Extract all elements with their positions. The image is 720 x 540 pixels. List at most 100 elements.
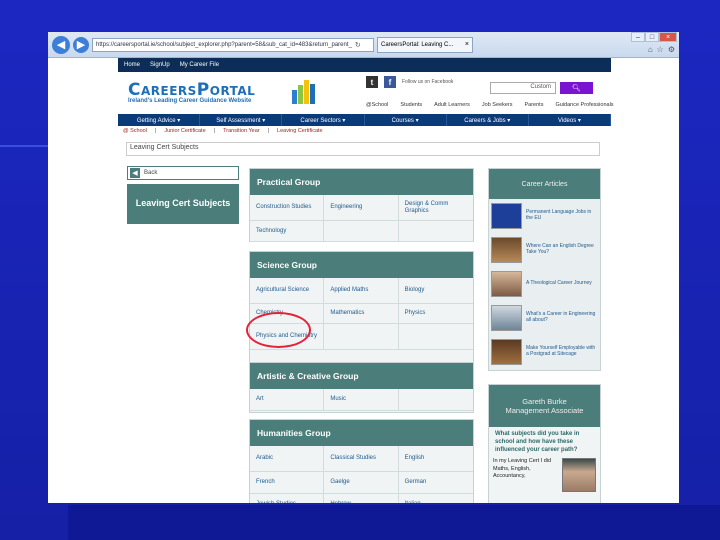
nav-careers-jobs[interactable]: Careers & Jobs ▾ (447, 114, 529, 126)
subject-link[interactable]: Physics (398, 304, 473, 324)
audience-school[interactable]: @School (366, 102, 388, 108)
subnav-leaving[interactable]: Leaving Certificate (277, 128, 323, 134)
facebook-icon[interactable]: f (384, 76, 396, 88)
subnav-divider: | (213, 128, 216, 134)
audience-links: @School Students Adult Learners Job Seek… (366, 102, 614, 108)
top-link-home[interactable]: Home (124, 62, 140, 68)
browser-tab[interactable]: CareersPortal: Leaving C... × (377, 36, 473, 53)
sub-nav: @ School | Junior Certificate | Transiti… (123, 128, 323, 134)
logo-bars-icon (292, 80, 315, 104)
subject-link[interactable]: Design & Comm Graphics (398, 195, 473, 221)
subject-link[interactable]: Biology (398, 278, 473, 304)
audience-job-seekers[interactable]: Job Seekers (482, 102, 513, 108)
back-button[interactable]: ◀ Back (127, 166, 239, 180)
subject-link[interactable]: Music (324, 389, 399, 411)
subnav-junior[interactable]: Junior Certificate (164, 128, 205, 134)
profile-name: Gareth Burke (522, 397, 567, 406)
artistic-group: Artistic & Creative Group Art Music (249, 362, 474, 413)
browser-tool-icons: ⌂ ☆ ⚙ (648, 45, 675, 54)
top-link-signup[interactable]: SignUp (150, 62, 170, 68)
nav-courses[interactable]: Courses ▾ (365, 114, 447, 126)
article-item[interactable]: A Theological Career Journey (489, 267, 600, 301)
articles-title: Career Articles (489, 169, 600, 199)
subject-link[interactable]: German (398, 472, 473, 494)
article-item[interactable]: Permanent Language Jobs in the EU (489, 199, 600, 233)
profile-question: What subjects did you take in school and… (495, 431, 580, 453)
search-input[interactable]: Custom (490, 82, 556, 94)
group-title: Science Group (250, 252, 473, 278)
subject-cell-empty (398, 221, 473, 242)
subnav-school[interactable]: @ School (123, 128, 147, 134)
subject-link[interactable]: Engineering (324, 195, 399, 221)
site-logo[interactable]: CareersPortal Ireland's Leading Career G… (128, 80, 320, 110)
subject-link[interactable]: Agricultural Science (250, 278, 325, 304)
audience-students[interactable]: Students (400, 102, 422, 108)
subject-link[interactable]: French (250, 472, 325, 494)
subject-link[interactable]: Gaelge (324, 472, 399, 494)
profile-role: Management Associate (505, 406, 584, 415)
maximize-icon[interactable]: □ (645, 32, 659, 42)
subject-link[interactable]: Construction Studies (250, 195, 325, 221)
library-thumbnail (491, 339, 522, 365)
subject-cell-empty (324, 324, 399, 350)
humanities-group: Humanities Group Arabic Classical Studie… (249, 419, 474, 503)
article-title: A Theological Career Journey (526, 280, 592, 287)
nav-videos[interactable]: Videos ▾ (529, 114, 612, 126)
article-item[interactable]: Where Can an English Degree Take You? (489, 233, 600, 267)
career-articles-panel: Career Articles Permanent Language Jobs … (488, 168, 601, 371)
settings-gear-icon[interactable]: ⚙ (668, 45, 675, 54)
back-label: Back (144, 170, 158, 176)
subject-link[interactable]: English (398, 446, 473, 472)
search-button[interactable]: 🔍︎ (560, 82, 593, 94)
article-title: Permanent Language Jobs in the EU (526, 209, 592, 221)
tab-close-icon[interactable]: × (465, 41, 469, 48)
audience-guidance[interactable]: Guidance Professionals (555, 102, 613, 108)
address-bar[interactable]: https://careersportal.ie/school/subject_… (92, 37, 374, 52)
eu-flag-thumbnail (491, 203, 522, 229)
subject-cell-empty (398, 324, 473, 350)
audience-adult-learners[interactable]: Adult Learners (434, 102, 470, 108)
favorites-icon[interactable]: ☆ (657, 45, 664, 54)
nav-career-sectors[interactable]: Career Sectors ▾ (282, 114, 365, 126)
nav-self-assessment[interactable]: Self Assessment ▾ (200, 114, 283, 126)
chemistry-highlight-circle (246, 312, 311, 348)
subnav-transition[interactable]: Transition Year (223, 128, 260, 134)
subject-cell-empty (398, 389, 473, 411)
top-link-career-file[interactable]: My Career File (180, 62, 219, 68)
article-item[interactable]: Make Yourself Employable with a Postgrad… (489, 335, 600, 369)
subject-link[interactable]: Technology (250, 221, 325, 242)
subject-link[interactable]: Mathematics (324, 304, 399, 324)
top-links-bar: Home SignUp My Career File (118, 58, 611, 72)
browser-window: ◀ ▶ https://careersportal.ie/school/subj… (48, 32, 679, 503)
books-thumbnail (491, 237, 522, 263)
subject-link[interactable]: Applied Maths (324, 278, 399, 304)
subnav-divider: | (267, 128, 270, 134)
tab-title: CareersPortal: Leaving C... (381, 41, 454, 48)
group-title: Humanities Group (250, 420, 473, 446)
refresh-icon[interactable]: ↻ (355, 41, 361, 49)
article-title: Make Yourself Employable with a Postgrad… (526, 345, 596, 357)
subject-link[interactable]: Italian (399, 494, 473, 503)
subject-link[interactable]: Hebrew (324, 494, 399, 503)
close-window-icon[interactable]: × (659, 32, 677, 42)
forward-nav-icon[interactable]: ▶ (73, 36, 89, 53)
profile-answer-row: In my Leaving Cert I did Maths, English,… (489, 458, 600, 493)
subject-link[interactable]: Jewish Studies (250, 494, 325, 503)
social-follow-text: Follow us on Facebook (402, 79, 454, 85)
window-controls: – □ × (631, 32, 677, 42)
audience-parents[interactable]: Parents (524, 102, 543, 108)
subject-link[interactable]: Arabic (250, 446, 325, 472)
minimize-icon[interactable]: – (631, 32, 645, 42)
subject-link[interactable]: Art (250, 389, 325, 411)
home-icon[interactable]: ⌂ (648, 45, 653, 54)
group-title: Practical Group (250, 169, 473, 195)
profile-header[interactable]: Gareth Burke Management Associate (489, 385, 600, 427)
subject-link[interactable]: Classical Studies (324, 446, 399, 472)
person-thumbnail (491, 271, 522, 297)
article-item[interactable]: What's a Career in Engineering all about… (489, 301, 600, 335)
engineering-thumbnail (491, 305, 522, 331)
nav-getting-advice[interactable]: Getting Advice ▾ (118, 114, 201, 126)
back-nav-icon[interactable]: ◀ (52, 35, 70, 54)
twitter-icon[interactable]: t (366, 76, 378, 88)
article-title: Where Can an English Degree Take You? (526, 243, 594, 255)
